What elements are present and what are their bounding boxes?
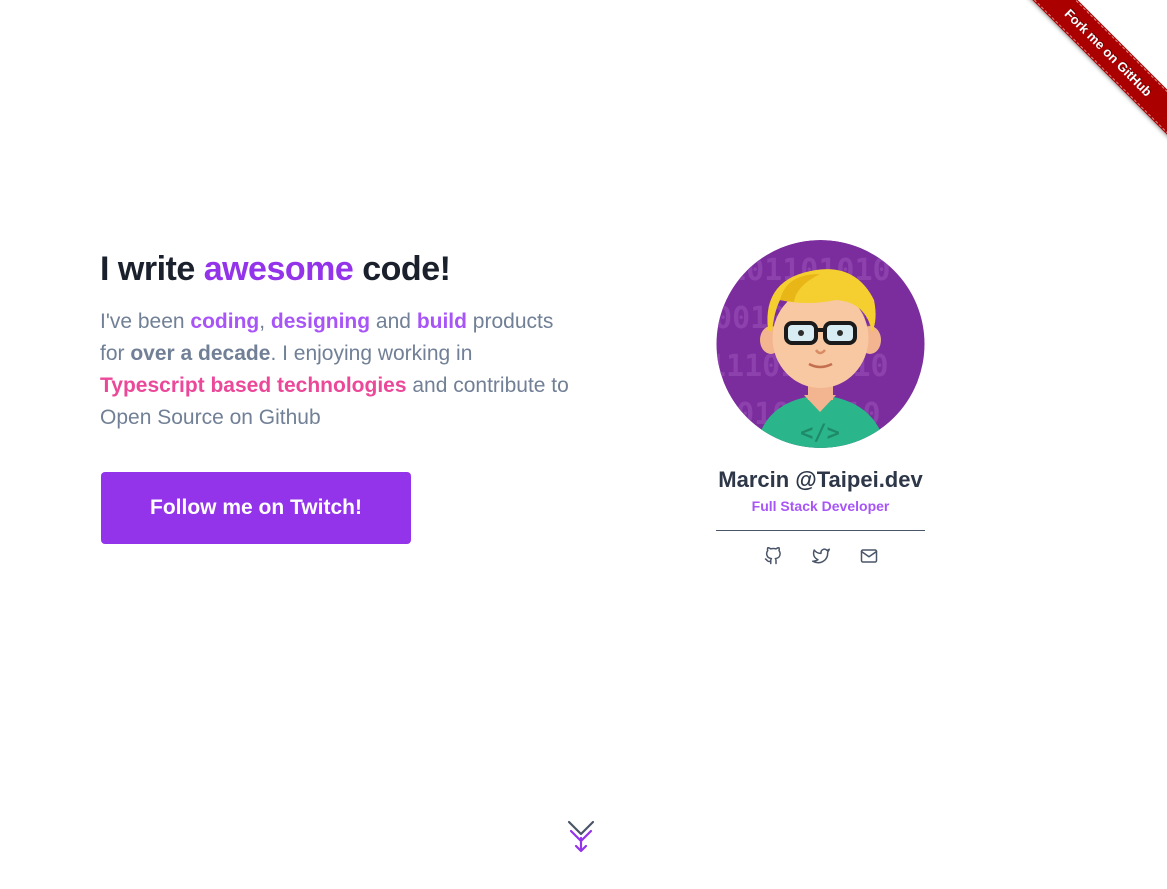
follow-twitch-button[interactable]: Follow me on Twitch! (101, 472, 411, 544)
hero-text-coding: coding (190, 310, 260, 333)
github-icon[interactable] (764, 546, 782, 565)
hero-text-decade: over a decade (130, 342, 271, 365)
mail-icon[interactable] (860, 547, 878, 565)
hero-text-typescript: Typescript based technologies (100, 374, 407, 397)
hero-section: I write awesome code! I've been coding, … (100, 248, 580, 434)
hero-text-t3: and (370, 310, 417, 333)
fork-ribbon-link[interactable]: Fork me on GitHub (1062, 6, 1155, 99)
profile-card: 0101101010 1001001010 1110101010 0101010… (716, 240, 925, 565)
fork-ribbon-band: Fork me on GitHub (1022, 0, 1167, 144)
fork-ribbon: Fork me on GitHub (1017, 0, 1167, 150)
twitter-icon[interactable] (811, 547, 830, 565)
hero-title: I write awesome code! (100, 248, 580, 290)
hero-text-t1: I've been (100, 310, 191, 333)
page: Fork me on GitHub I write awesome code! … (0, 0, 1167, 889)
hero-text-build: build (416, 310, 467, 333)
hero-text-t2: , (259, 310, 271, 333)
social-links (716, 546, 925, 565)
hero-title-part2: code! (353, 250, 451, 288)
profile-role: Full Stack Developer (751, 498, 890, 514)
profile-divider (716, 530, 925, 531)
profile-name: Marcin @Taipei.dev (718, 467, 923, 492)
svg-text:</>: </> (800, 421, 840, 446)
hero-text-t5: . I enjoying working in (270, 342, 473, 365)
avatar: 0101101010 1001001010 1110101010 0101010… (716, 240, 925, 448)
hero-title-accent: awesome (203, 250, 354, 288)
chevrons-down-icon[interactable] (566, 818, 596, 854)
hero-text-designing: designing (270, 310, 371, 333)
hero-title-part1: I write (100, 250, 204, 288)
hero-description: I've been coding, designing and build pr… (100, 306, 575, 434)
